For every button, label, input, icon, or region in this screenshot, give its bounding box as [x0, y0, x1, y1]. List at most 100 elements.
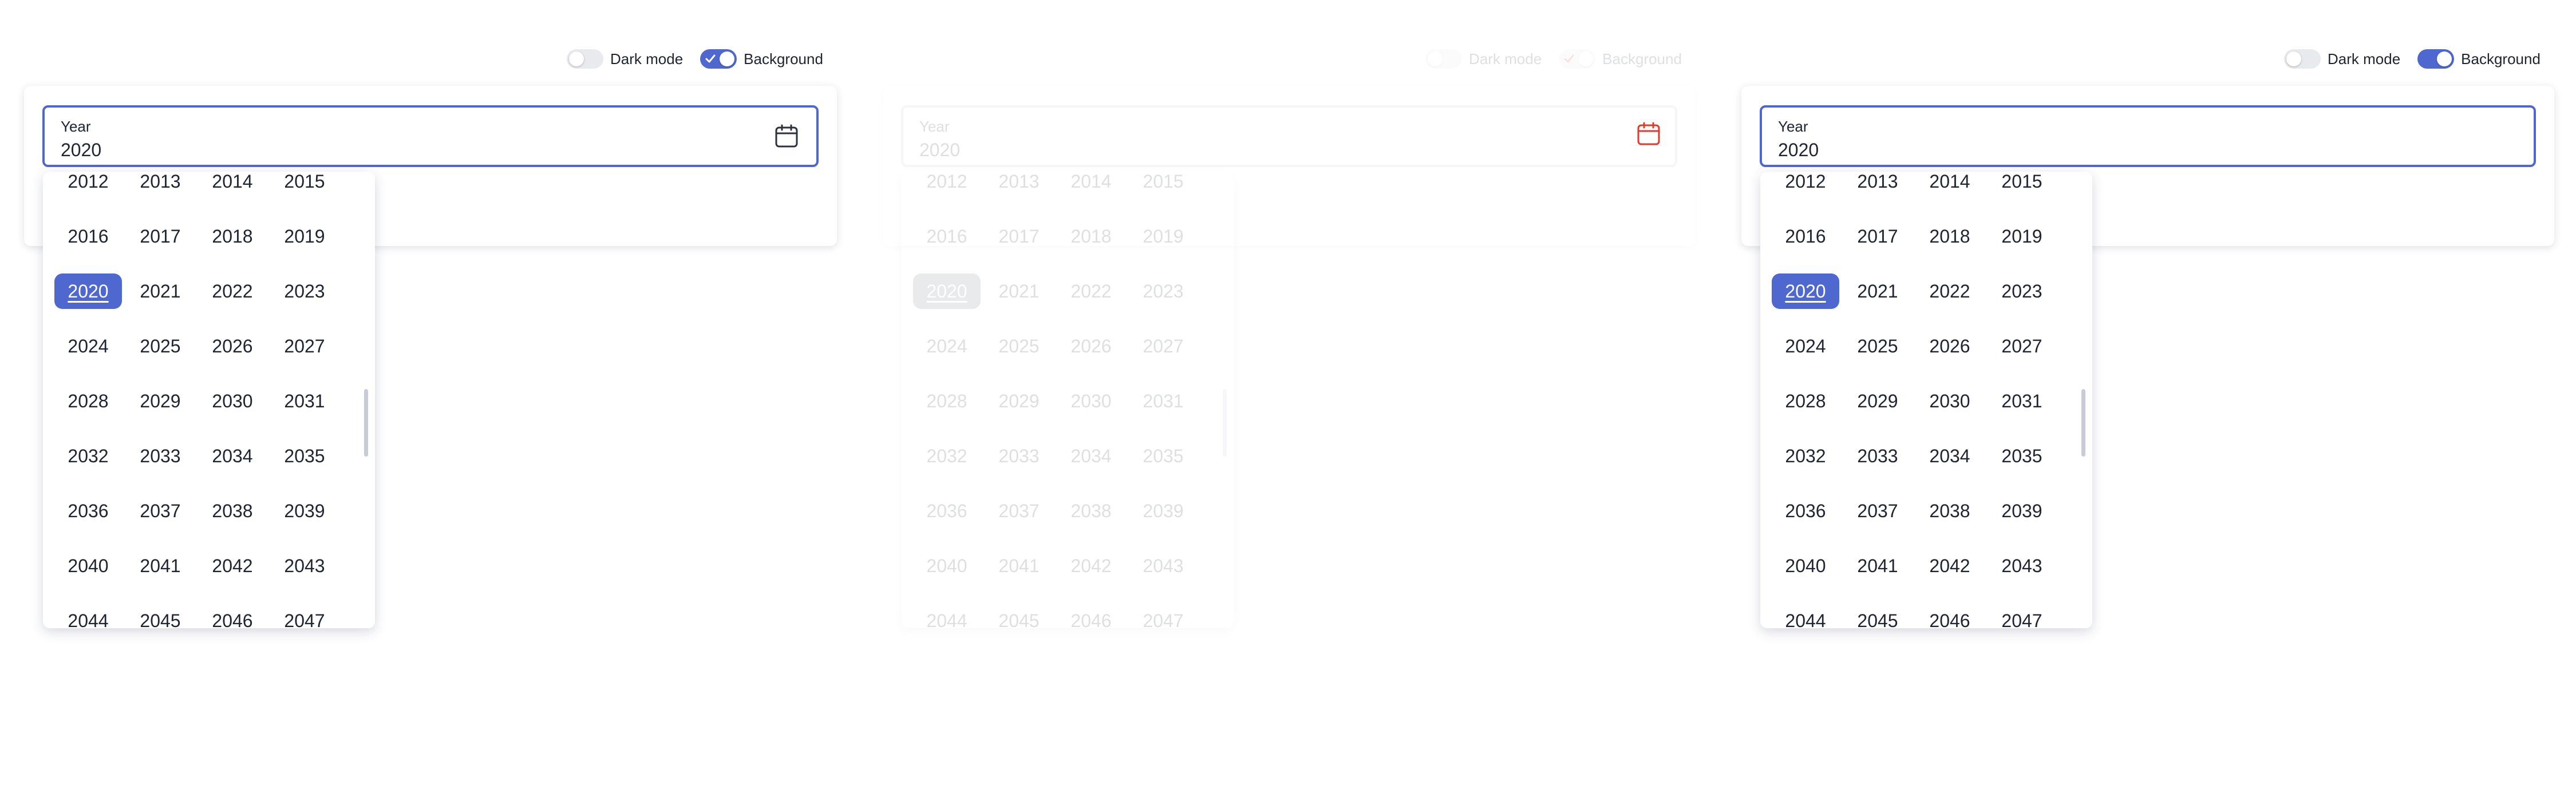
year-option-2031[interactable]: 2031: [271, 383, 338, 419]
year-option-2018[interactable]: 2018: [199, 219, 266, 254]
year-option-2034[interactable]: 2034: [199, 438, 266, 474]
year-option-2035[interactable]: 2035: [1988, 438, 2056, 474]
dark-mode-switch[interactable]: [1425, 49, 1462, 69]
year-option-2020[interactable]: 2020: [1772, 273, 1839, 309]
year-option-2015[interactable]: 2015: [1988, 172, 2056, 199]
year-option-2026[interactable]: 2026: [199, 328, 266, 364]
year-option-2020[interactable]: 2020: [913, 273, 981, 309]
year-option-2023[interactable]: 2023: [271, 273, 338, 309]
year-option-2032[interactable]: 2032: [1772, 438, 1839, 474]
year-option-2047[interactable]: 2047: [1988, 603, 2056, 628]
year-option-2046[interactable]: 2046: [199, 603, 266, 628]
year-option-2022[interactable]: 2022: [1057, 273, 1125, 309]
year-option-2016[interactable]: 2016: [1772, 219, 1839, 254]
year-option-2033[interactable]: 2033: [985, 438, 1053, 474]
year-field[interactable]: Year 2020: [42, 105, 819, 167]
background-toggle[interactable]: Background: [1559, 49, 1682, 69]
dark-mode-switch[interactable]: [567, 49, 603, 69]
dark-mode-switch[interactable]: [2284, 49, 2321, 69]
year-option-2014[interactable]: 2014: [199, 172, 266, 199]
year-option-2024[interactable]: 2024: [54, 328, 122, 364]
year-option-2027[interactable]: 2027: [1988, 328, 2056, 364]
year-option-2019[interactable]: 2019: [1988, 219, 2056, 254]
year-option-2014[interactable]: 2014: [1916, 172, 1984, 199]
year-option-2039[interactable]: 2039: [1129, 493, 1197, 529]
year-option-2036[interactable]: 2036: [913, 493, 981, 529]
year-option-2043[interactable]: 2043: [271, 548, 338, 584]
year-option-2030[interactable]: 2030: [199, 383, 266, 419]
year-option-2037[interactable]: 2037: [985, 493, 1053, 529]
year-option-2017[interactable]: 2017: [985, 219, 1053, 254]
year-option-2017[interactable]: 2017: [1844, 219, 1911, 254]
dark-mode-toggle[interactable]: Dark mode: [567, 49, 683, 69]
year-option-2029[interactable]: 2029: [127, 383, 194, 419]
year-option-2043[interactable]: 2043: [1129, 548, 1197, 584]
year-option-2042[interactable]: 2042: [1916, 548, 1984, 584]
year-option-2042[interactable]: 2042: [1057, 548, 1125, 584]
year-option-2016[interactable]: 2016: [913, 219, 981, 254]
year-option-2021[interactable]: 2021: [127, 273, 194, 309]
background-toggle[interactable]: Background: [700, 49, 823, 69]
year-option-2034[interactable]: 2034: [1057, 438, 1125, 474]
year-option-2024[interactable]: 2024: [1772, 328, 1839, 364]
year-option-2026[interactable]: 2026: [1916, 328, 1984, 364]
year-option-2044[interactable]: 2044: [54, 603, 122, 628]
year-option-2013[interactable]: 2013: [985, 172, 1053, 199]
year-option-2045[interactable]: 2045: [127, 603, 194, 628]
calendar-icon[interactable]: [774, 124, 799, 149]
year-field[interactable]: Year 2020: [901, 105, 1677, 167]
year-option-2024[interactable]: 2024: [913, 328, 981, 364]
year-option-2037[interactable]: 2037: [1844, 493, 1911, 529]
year-option-2037[interactable]: 2037: [127, 493, 194, 529]
year-option-2023[interactable]: 2023: [1129, 273, 1197, 309]
year-option-2041[interactable]: 2041: [985, 548, 1053, 584]
year-option-2032[interactable]: 2032: [913, 438, 981, 474]
year-option-2026[interactable]: 2026: [1057, 328, 1125, 364]
year-option-2025[interactable]: 2025: [985, 328, 1053, 364]
year-option-2023[interactable]: 2023: [1988, 273, 2056, 309]
year-option-2027[interactable]: 2027: [1129, 328, 1197, 364]
year-option-2012[interactable]: 2012: [913, 172, 981, 199]
year-option-2038[interactable]: 2038: [1057, 493, 1125, 529]
year-option-2029[interactable]: 2029: [1844, 383, 1911, 419]
year-option-2020[interactable]: 2020: [54, 273, 122, 309]
year-option-2012[interactable]: 2012: [1772, 172, 1839, 199]
year-option-2042[interactable]: 2042: [199, 548, 266, 584]
scrollbar[interactable]: [364, 389, 368, 457]
year-option-2019[interactable]: 2019: [1129, 219, 1197, 254]
year-option-2038[interactable]: 2038: [199, 493, 266, 529]
year-option-2021[interactable]: 2021: [1844, 273, 1911, 309]
year-option-2034[interactable]: 2034: [1916, 438, 1984, 474]
year-option-2022[interactable]: 2022: [199, 273, 266, 309]
year-option-2036[interactable]: 2036: [54, 493, 122, 529]
year-option-2041[interactable]: 2041: [127, 548, 194, 584]
year-option-2021[interactable]: 2021: [985, 273, 1053, 309]
year-option-2046[interactable]: 2046: [1057, 603, 1125, 628]
year-option-2040[interactable]: 2040: [54, 548, 122, 584]
background-switch[interactable]: [2417, 49, 2455, 69]
year-option-2043[interactable]: 2043: [1988, 548, 2056, 584]
background-switch[interactable]: [700, 49, 737, 69]
background-switch[interactable]: [1559, 49, 1596, 69]
year-option-2030[interactable]: 2030: [1057, 383, 1125, 419]
year-option-2044[interactable]: 2044: [913, 603, 981, 628]
year-option-2047[interactable]: 2047: [271, 603, 338, 628]
year-option-2027[interactable]: 2027: [271, 328, 338, 364]
year-option-2014[interactable]: 2014: [1057, 172, 1125, 199]
scrollbar[interactable]: [1223, 389, 1227, 457]
year-option-2047[interactable]: 2047: [1129, 603, 1197, 628]
year-option-2044[interactable]: 2044: [1772, 603, 1839, 628]
year-option-2045[interactable]: 2045: [1844, 603, 1911, 628]
year-option-2038[interactable]: 2038: [1916, 493, 1984, 529]
dark-mode-toggle[interactable]: Dark mode: [2284, 49, 2400, 69]
year-option-2032[interactable]: 2032: [54, 438, 122, 474]
year-option-2019[interactable]: 2019: [271, 219, 338, 254]
year-option-2045[interactable]: 2045: [985, 603, 1053, 628]
year-option-2031[interactable]: 2031: [1129, 383, 1197, 419]
year-option-2015[interactable]: 2015: [1129, 172, 1197, 199]
year-option-2013[interactable]: 2013: [127, 172, 194, 199]
year-option-2035[interactable]: 2035: [1129, 438, 1197, 474]
year-option-2041[interactable]: 2041: [1844, 548, 1911, 584]
year-option-2029[interactable]: 2029: [985, 383, 1053, 419]
year-option-2040[interactable]: 2040: [913, 548, 981, 584]
